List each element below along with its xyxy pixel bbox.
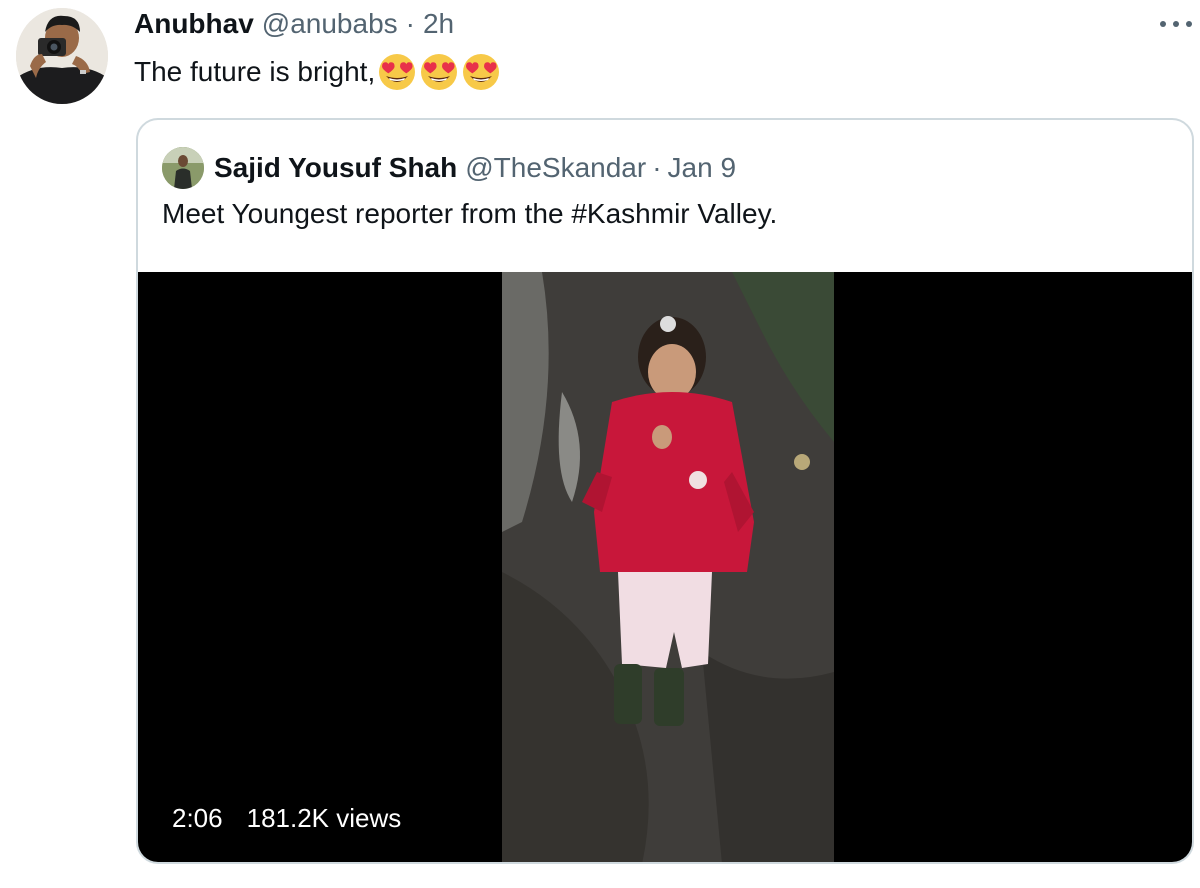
video-meta-overlay: 2:06 181.2K views — [172, 802, 401, 834]
separator-dot: · — [652, 152, 662, 183]
author-handle[interactable]: @anubabs — [262, 8, 398, 40]
video-player[interactable]: 2:06 181.2K views — [138, 272, 1192, 862]
tweet-timestamp[interactable]: 2h — [423, 8, 454, 40]
quoted-author-handle: @TheSkandar — [465, 152, 647, 183]
tweet-header: Anubhav @anubabs · 2h — [134, 6, 454, 42]
heart-eyes-emoji-icon — [377, 52, 417, 92]
heart-eyes-emoji-icon — [419, 52, 459, 92]
video-thumbnail — [502, 272, 834, 862]
quoted-author-avatar — [162, 147, 204, 189]
quoted-timestamp: Jan 9 — [667, 152, 737, 183]
separator-dot: · — [405, 8, 415, 39]
video-view-count: 181.2K views — [246, 802, 402, 833]
more-dot — [1186, 21, 1192, 27]
heart-eyes-emoji-icon — [461, 52, 501, 92]
tweet-text-content: The future is bright, — [134, 56, 376, 87]
quoted-tweet-text: Meet Youngest reporter from the #Kashmir… — [162, 198, 778, 229]
tweet: Anubhav @anubabs · 2h The future is brig… — [0, 0, 1200, 888]
tweet-text: The future is bright, — [134, 50, 501, 94]
more-dot — [1173, 21, 1179, 27]
quoted-tweet-card[interactable]: Sajid Yousuf Shah @TheSkandar · Jan 9 Me… — [136, 118, 1194, 864]
quoted-author-name: Sajid Yousuf Shah — [214, 152, 458, 183]
quoted-tweet-header: Sajid Yousuf Shah @TheSkandar · Jan 9 — [162, 147, 737, 189]
author-name[interactable]: Anubhav — [134, 8, 254, 40]
author-avatar[interactable] — [16, 8, 108, 104]
more-horizontal-icon[interactable] — [1156, 10, 1196, 38]
more-dot — [1160, 21, 1166, 27]
video-duration: 2:06 — [172, 802, 223, 833]
